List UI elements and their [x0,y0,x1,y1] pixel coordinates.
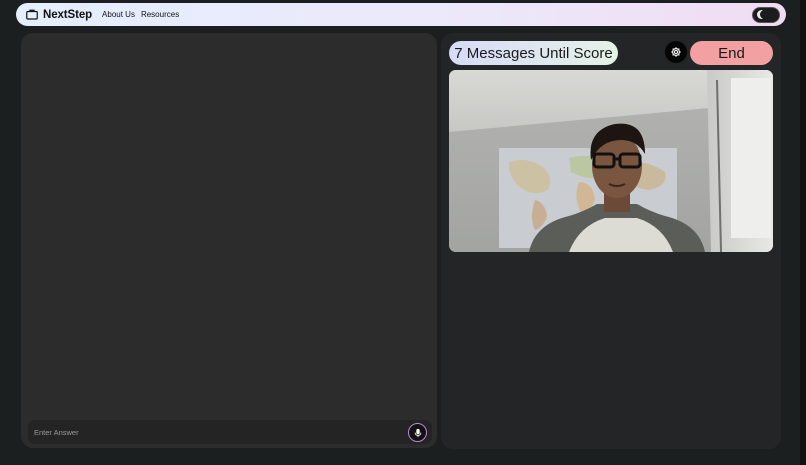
top-navbar: NextStep About Us Resources [16,3,786,26]
score-countdown-badge: 7 Messages Until Score [449,41,618,65]
brand-name: NextStep [43,8,93,21]
gear-icon [671,47,681,57]
webcam-video-feed [449,70,773,252]
briefcase-icon [26,9,38,20]
microphone-button[interactable] [408,423,427,442]
theme-toggle[interactable] [752,6,780,23]
window-edge [800,0,806,465]
chat-panel [21,33,437,448]
answer-bar [28,420,432,444]
end-interview-button[interactable]: End [690,41,773,65]
microphone-icon [414,428,421,437]
moon-icon [757,9,769,19]
webcam-image [449,70,773,252]
app-page: NextStep About Us Resources 7 Messages U… [0,0,806,465]
nav-link-resources[interactable]: Resources [141,10,179,19]
settings-button[interactable] [665,41,687,63]
nav-link-about-us[interactable]: About Us [102,10,135,19]
brand-logo[interactable]: NextStep [26,9,92,21]
answer-input[interactable] [28,420,432,444]
